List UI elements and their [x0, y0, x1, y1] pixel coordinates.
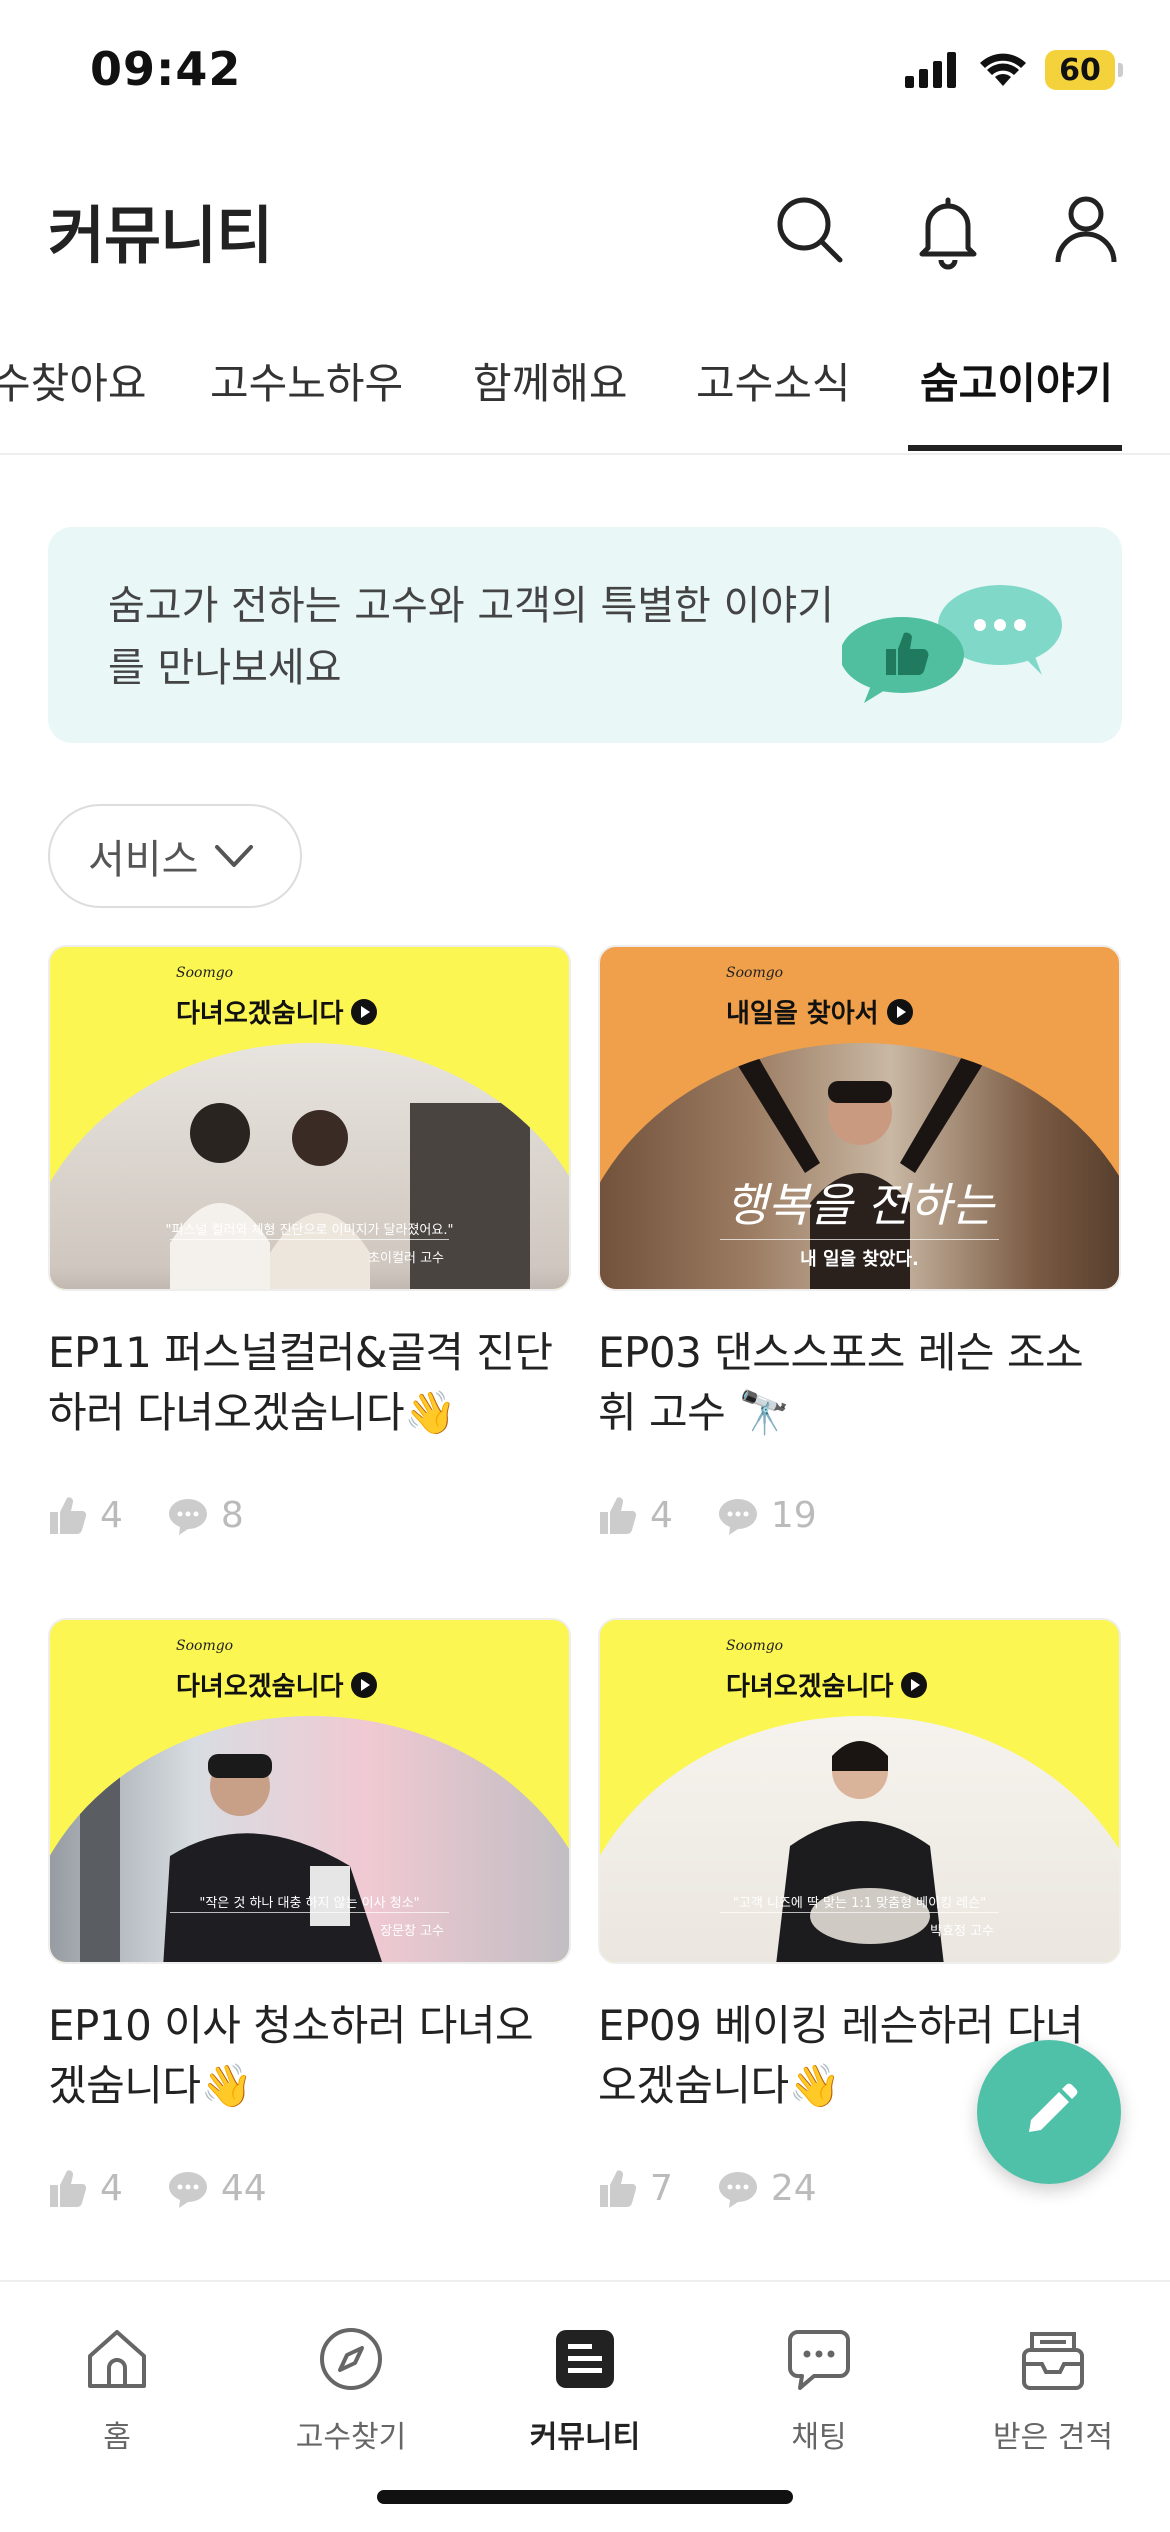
write-post-button[interactable]	[977, 2040, 1121, 2184]
thumbnail-caption: 내 일을 찾았다.	[800, 1249, 919, 1270]
nav-received-quotes[interactable]: 받은 견적	[936, 2302, 1170, 2456]
status-bar: 09:42 60	[0, 0, 1170, 150]
nav-label: 고수찾기	[295, 2420, 407, 2455]
community-icon	[556, 2330, 614, 2388]
app-header: 커뮤니티	[0, 160, 1170, 290]
chat-icon	[788, 2330, 850, 2390]
thumbnail-brand: Soomgo	[176, 1638, 234, 1654]
tab-find-pro[interactable]: 수찾아요	[0, 350, 147, 411]
home-indicator[interactable]	[377, 2490, 793, 2504]
story-card[interactable]: Soomgo 다녀오겠숨니다 "퍼스널 컬러와 체형 진단으로 이미지가 달라졌…	[48, 945, 571, 1536]
thumbnail-divider	[170, 1912, 449, 1913]
thumbs-up-icon[interactable]	[598, 1496, 638, 1536]
story-thumbnail[interactable]: Soomgo 다녀오겠숨니다 "고객 니즈에 딱 맞는 1:1 맞춤형 베이킹 …	[598, 1618, 1121, 1964]
play-icon	[351, 998, 378, 1025]
thumbnail-title: 다녀오겠숨니다	[726, 1666, 928, 1703]
thumbs-up-icon[interactable]	[598, 2169, 638, 2209]
thumbnail-brand: Soomgo	[726, 1638, 784, 1654]
chat-bubbles-illustration	[842, 585, 1062, 703]
play-icon	[351, 1671, 378, 1698]
like-count: 4	[100, 1495, 123, 1536]
wifi-icon	[980, 53, 1026, 86]
compass-icon	[320, 2328, 382, 2390]
story-meta: 4 44	[48, 2168, 571, 2209]
service-filter-button[interactable]: 서비스	[48, 804, 302, 908]
thumbnail-quote: "퍼스널 컬러와 체형 진단으로 이미지가 달라졌어요."	[165, 1223, 454, 1238]
thumbnail-brand: Soomgo	[726, 965, 784, 981]
comment-count: 19	[770, 1495, 817, 1536]
profile-icon[interactable]	[1046, 190, 1126, 270]
tab-soomgo-story[interactable]: 숨고이야기	[920, 350, 1113, 411]
thumbnail-divider	[170, 1239, 449, 1240]
thumbnail-divider	[720, 1912, 999, 1913]
tab-pro-knowhow[interactable]: 고수노하우	[210, 350, 403, 411]
story-card[interactable]: Soomgo 다녀오겠숨니다 "작은 것 하나 대충 하지 않는 이사 청소" …	[48, 1618, 571, 2209]
thumbnail-brand: Soomgo	[176, 965, 234, 981]
home-icon	[88, 2330, 146, 2388]
thumbnail-title: 다녀오겠숨니다	[176, 1666, 378, 1703]
story-meta: 4 8	[48, 1495, 571, 1536]
page-title: 커뮤니티	[48, 199, 273, 272]
thumbnail-title: 내일을 찾아서	[726, 993, 913, 1030]
signal-icon	[905, 52, 956, 88]
chevron-down-icon	[215, 845, 254, 867]
intro-banner: 숨고가 전하는 고수와 고객의 특별한 이야기를 만나보세요	[48, 527, 1122, 743]
battery-indicator: 60	[1045, 50, 1123, 90]
story-thumbnail[interactable]: Soomgo 내일을 찾아서 행복을 전하는 내 일을 찾았다.	[598, 945, 1121, 1291]
thumbnail-quote: "고객 니즈에 딱 맞는 1:1 맞춤형 베이킹 레슨"	[732, 1896, 987, 1911]
tab-pro-news[interactable]: 고수소식	[696, 350, 851, 411]
bell-icon[interactable]	[908, 190, 988, 270]
thumbnail-title: 다녀오겠숨니다	[176, 993, 378, 1030]
thumbnail-credit: 박효정 고수	[930, 1924, 994, 1939]
story-card[interactable]: Soomgo 내일을 찾아서 행복을 전하는 내 일을 찾았다. EP03 댄스…	[598, 945, 1121, 1536]
tab-together[interactable]: 함께해요	[473, 350, 628, 411]
inbox-icon	[1022, 2332, 1084, 2390]
active-tab-underline	[908, 445, 1122, 451]
category-tabs: 수찾아요 고수노하우 함께해요 고수소식 숨고이야기	[0, 330, 1170, 455]
story-title[interactable]: EP10 이사 청소하러 다녀오겠숨니다👋	[48, 1996, 571, 2116]
thumbnail-photo	[600, 1716, 1119, 1962]
like-count: 4	[650, 1495, 673, 1536]
thumbnail-credit: 초이컬러 고수	[368, 1251, 444, 1266]
nav-label: 받은 견적	[993, 2420, 1113, 2455]
status-time: 09:42	[90, 42, 242, 96]
thumbnail-quote: "작은 것 하나 대충 하지 않는 이사 청소"	[199, 1896, 420, 1911]
thumbnail-credit: 장문창 고수	[380, 1924, 444, 1939]
search-icon[interactable]	[770, 190, 850, 270]
thumbnail-photo	[50, 1716, 569, 1962]
thumbnail-divider	[720, 1239, 999, 1240]
play-icon	[901, 1671, 928, 1698]
thumbs-up-icon[interactable]	[48, 1496, 88, 1536]
like-count: 7	[650, 2168, 673, 2209]
play-icon	[886, 998, 913, 1025]
nav-community[interactable]: 커뮤니티	[468, 2302, 702, 2456]
comment-icon[interactable]	[717, 2169, 759, 2209]
pencil-icon	[1029, 2083, 1078, 2132]
thumbnail-photo	[50, 1043, 569, 1289]
story-thumbnail[interactable]: Soomgo 다녀오겠숨니다 "작은 것 하나 대충 하지 않는 이사 청소" …	[48, 1618, 571, 1964]
filter-label: 서비스	[88, 837, 199, 883]
thumbs-up-icon[interactable]	[48, 2169, 88, 2209]
nav-find-pro[interactable]: 고수찾기	[234, 2302, 468, 2456]
like-count: 4	[100, 2168, 123, 2209]
story-meta: 4 19	[598, 1495, 1121, 1536]
status-indicators: 60	[905, 50, 1123, 90]
story-title[interactable]: EP03 댄스스포츠 레슨 조소휘 고수 🔭	[598, 1323, 1121, 1443]
nav-label: 채팅	[791, 2420, 847, 2455]
nav-label: 커뮤니티	[529, 2420, 641, 2455]
comment-icon[interactable]	[167, 2169, 209, 2209]
banner-text: 숨고가 전하는 고수와 고객의 특별한 이야기를 만나보세요	[108, 583, 834, 691]
nav-chat[interactable]: 채팅	[702, 2302, 936, 2456]
comment-count: 24	[770, 2168, 817, 2209]
story-thumbnail[interactable]: Soomgo 다녀오겠숨니다 "퍼스널 컬러와 체형 진단으로 이미지가 달라졌…	[48, 945, 571, 1291]
comment-icon[interactable]	[717, 1496, 759, 1536]
comment-count: 8	[220, 1495, 244, 1536]
nav-home[interactable]: 홈	[0, 2302, 234, 2456]
comment-icon[interactable]	[167, 1496, 209, 1536]
nav-label: 홈	[103, 2420, 131, 2455]
comment-count: 44	[220, 2168, 267, 2209]
story-title[interactable]: EP11 퍼스널컬러&골격 진단하러 다녀오겠숨니다👋	[48, 1323, 571, 1443]
thumbnail-script-text: 행복을 전하는	[725, 1178, 994, 1232]
